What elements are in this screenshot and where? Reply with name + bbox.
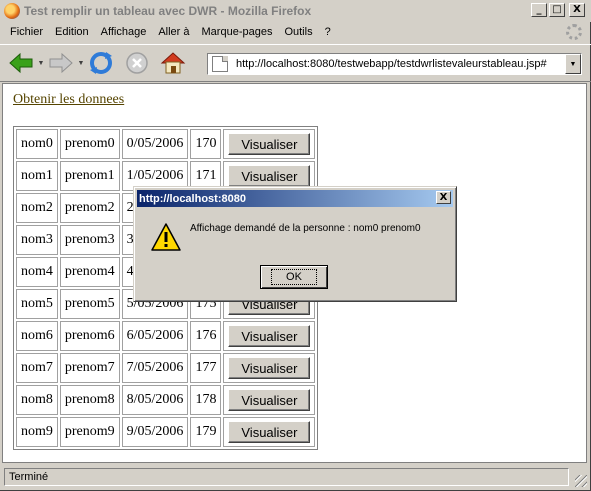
throbber-icon bbox=[566, 24, 582, 40]
page-icon bbox=[212, 56, 228, 72]
cell-prenom: prenom0 bbox=[59, 129, 120, 159]
visualiser-button[interactable]: Visualiser bbox=[228, 389, 311, 411]
cell-date: 7/05/2006 bbox=[121, 353, 189, 383]
close-window-button[interactable]: X bbox=[569, 3, 585, 17]
cell-prenom: prenom5 bbox=[59, 289, 120, 319]
cell-action: Visualiser bbox=[223, 129, 316, 159]
home-icon bbox=[160, 52, 186, 74]
resize-grip[interactable] bbox=[575, 475, 587, 487]
warning-icon bbox=[151, 223, 181, 251]
cell-prenom: prenom4 bbox=[59, 257, 120, 287]
cell-prenom: prenom1 bbox=[59, 161, 120, 191]
menu-help[interactable]: ? bbox=[319, 26, 337, 38]
visualiser-button[interactable]: Visualiser bbox=[228, 325, 311, 347]
table-row: nom8 prenom8 8/05/2006 178 Visualiser bbox=[16, 385, 316, 415]
cell-nom: nom7 bbox=[16, 353, 58, 383]
dialog-close-button[interactable]: X bbox=[436, 191, 451, 204]
cell-num: 178 bbox=[190, 385, 222, 415]
cell-date: 0/05/2006 bbox=[121, 129, 189, 159]
status-text: Terminé bbox=[4, 468, 569, 486]
cell-action: Visualiser bbox=[223, 321, 316, 351]
cell-nom: nom5 bbox=[16, 289, 58, 319]
cell-nom: nom4 bbox=[16, 257, 58, 287]
cell-prenom: prenom9 bbox=[59, 417, 120, 447]
cell-date: 8/05/2006 bbox=[121, 385, 189, 415]
cell-prenom: prenom7 bbox=[59, 353, 120, 383]
forward-icon bbox=[49, 52, 73, 74]
cell-date: 6/05/2006 bbox=[121, 321, 189, 351]
visualiser-button[interactable]: Visualiser bbox=[228, 357, 311, 379]
cell-nom: nom6 bbox=[16, 321, 58, 351]
menu-outils[interactable]: Outils bbox=[278, 26, 318, 38]
navigation-toolbar: ▼ ▼ http://localhost:8080/testwebapp/tes… bbox=[0, 44, 591, 82]
cell-nom: nom2 bbox=[16, 193, 58, 223]
visualiser-button[interactable]: Visualiser bbox=[228, 421, 311, 443]
dialog-title: http://localhost:8080 X bbox=[137, 190, 453, 207]
table-row: nom7 prenom7 7/05/2006 177 Visualiser bbox=[16, 353, 316, 383]
title-bar: Test remplir un tableau avec DWR - Mozil… bbox=[0, 0, 591, 22]
browser-window: Test remplir un tableau avec DWR - Mozil… bbox=[0, 0, 591, 491]
minimize-button[interactable]: _ bbox=[531, 3, 547, 17]
cell-prenom: prenom6 bbox=[59, 321, 120, 351]
cell-nom: nom8 bbox=[16, 385, 58, 415]
ok-button[interactable]: OK bbox=[260, 265, 328, 289]
home-button[interactable] bbox=[158, 48, 188, 78]
maximize-button[interactable]: □ bbox=[549, 3, 565, 17]
table-row: nom6 prenom6 6/05/2006 176 Visualiser bbox=[16, 321, 316, 351]
url-field[interactable]: http://localhost:8080/testwebapp/testdwr… bbox=[236, 58, 565, 70]
cell-prenom: prenom2 bbox=[59, 193, 120, 223]
visualiser-button[interactable]: Visualiser bbox=[228, 133, 311, 155]
cell-nom: nom9 bbox=[16, 417, 58, 447]
cell-date: 9/05/2006 bbox=[121, 417, 189, 447]
alert-dialog: http://localhost:8080 X Affichage demand… bbox=[133, 186, 457, 302]
window-controls: _ □ X bbox=[531, 3, 585, 17]
back-icon bbox=[9, 52, 33, 74]
cell-num: 179 bbox=[190, 417, 222, 447]
get-data-link[interactable]: Obtenir les donnees bbox=[13, 92, 124, 108]
cell-nom: nom1 bbox=[16, 161, 58, 191]
back-history-dropdown[interactable]: ▼ bbox=[36, 48, 46, 78]
cell-action: Visualiser bbox=[223, 417, 316, 447]
cell-num: 170 bbox=[190, 129, 222, 159]
visualiser-button[interactable]: Visualiser bbox=[228, 165, 311, 187]
forward-button[interactable] bbox=[46, 48, 76, 78]
cell-nom: nom3 bbox=[16, 225, 58, 255]
window-title: Test remplir un tableau avec DWR - Mozil… bbox=[24, 4, 312, 18]
cell-action: Visualiser bbox=[223, 385, 316, 415]
menu-edition[interactable]: Edition bbox=[49, 26, 95, 38]
cell-num: 177 bbox=[190, 353, 222, 383]
menu-marque-pages[interactable]: Marque-pages bbox=[196, 26, 279, 38]
menu-aller-a[interactable]: Aller à bbox=[152, 26, 195, 38]
dialog-message: Affichage demandé de la personne : nom0 … bbox=[190, 223, 421, 234]
back-button[interactable] bbox=[6, 48, 36, 78]
status-bar: Terminé bbox=[0, 465, 591, 489]
menu-fichier[interactable]: Fichier bbox=[4, 26, 49, 38]
reload-icon bbox=[90, 52, 112, 74]
forward-history-dropdown[interactable]: ▼ bbox=[76, 48, 86, 78]
dialog-title-text: http://localhost:8080 bbox=[139, 192, 246, 205]
stop-button[interactable] bbox=[122, 48, 152, 78]
reload-button[interactable] bbox=[86, 48, 116, 78]
cell-num: 176 bbox=[190, 321, 222, 351]
menu-affichage[interactable]: Affichage bbox=[95, 26, 153, 38]
ok-button-label: OK bbox=[271, 269, 317, 285]
url-history-dropdown[interactable]: ▼ bbox=[565, 54, 581, 74]
cell-nom: nom0 bbox=[16, 129, 58, 159]
cell-prenom: prenom3 bbox=[59, 225, 120, 255]
firefox-icon bbox=[4, 3, 20, 19]
cell-action: Visualiser bbox=[223, 353, 316, 383]
menu-bar: Fichier Edition Affichage Aller à Marque… bbox=[0, 22, 591, 42]
stop-icon bbox=[126, 52, 148, 74]
table-row: nom0 prenom0 0/05/2006 170 Visualiser bbox=[16, 129, 316, 159]
url-bar[interactable]: http://localhost:8080/testwebapp/testdwr… bbox=[207, 53, 582, 75]
table-row: nom9 prenom9 9/05/2006 179 Visualiser bbox=[16, 417, 316, 447]
cell-prenom: prenom8 bbox=[59, 385, 120, 415]
